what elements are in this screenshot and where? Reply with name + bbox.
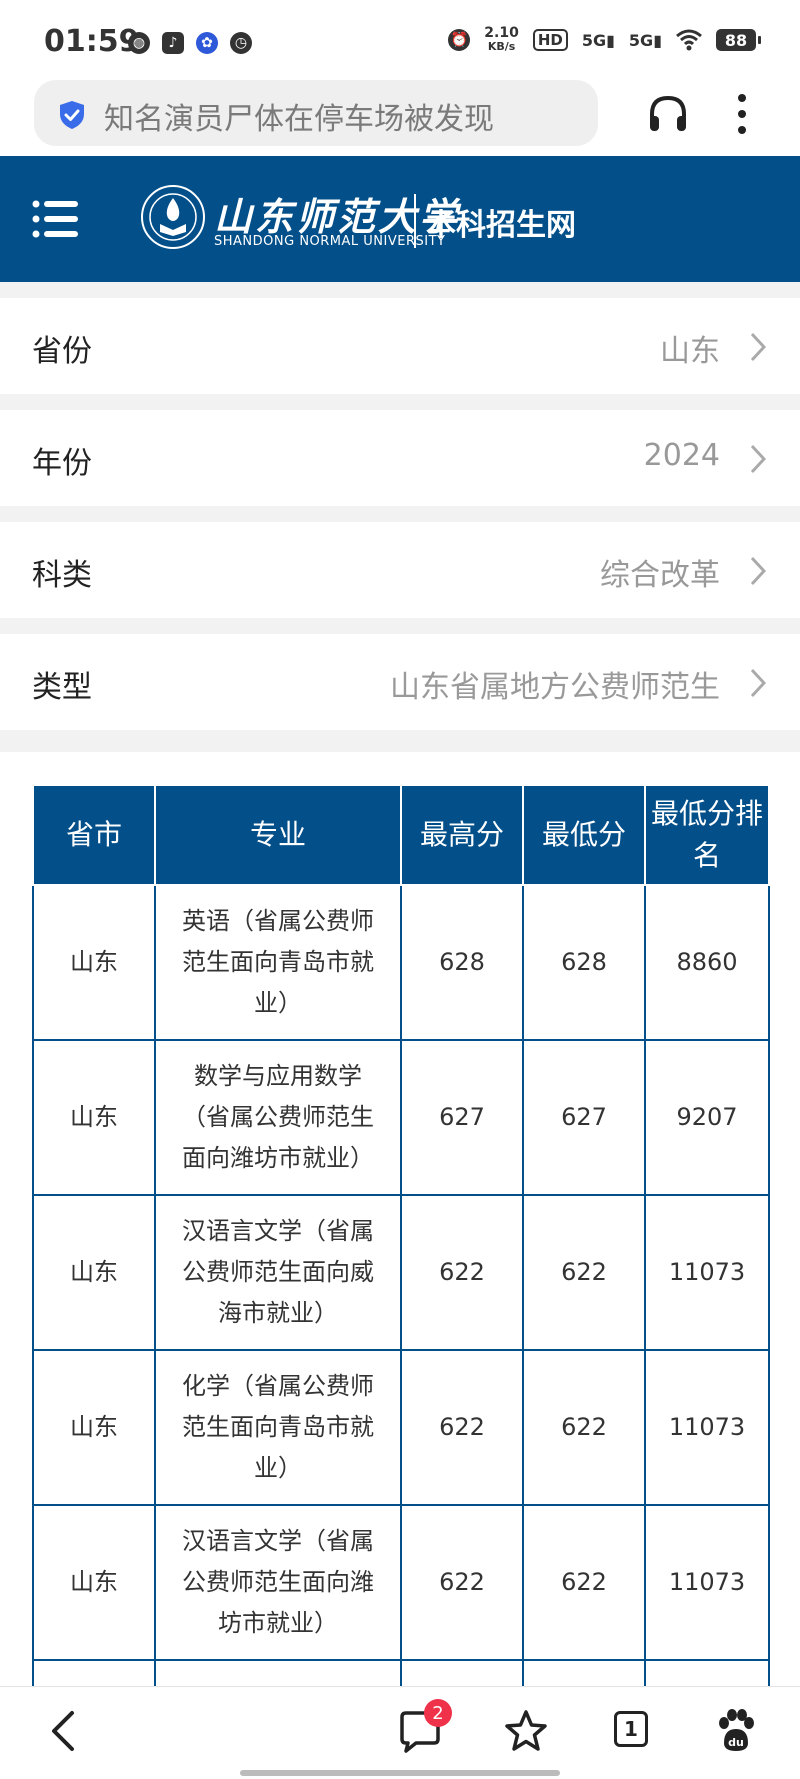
filter-year[interactable]: 年份 2024: [0, 410, 800, 506]
cell-min-score: 622: [522, 1194, 646, 1351]
hd-voice-icon: HD: [532, 29, 568, 51]
logo-divider: [414, 194, 416, 248]
shield-icon: [60, 101, 84, 129]
table-header-row: 省市 专业 最高分 最低分 最低分排名: [32, 784, 770, 886]
cell-major: 汉语言文学（省属公费师范生面向威海市就业）: [154, 1194, 402, 1351]
status-time: 01:59: [44, 24, 140, 59]
table-row: 山东 数学与应用数学（省属公费师范生面向潍坊市就业） 627 627 9207: [32, 1039, 770, 1196]
cell-min-score: 622: [522, 1349, 646, 1506]
filter-province[interactable]: 省份 山东: [0, 298, 800, 394]
table-row: 山东 英语（省属公费师范生面向青岛市就业） 628 628 8860: [32, 884, 770, 1041]
more-menu-icon[interactable]: [736, 92, 748, 136]
search-bar[interactable]: 知名演员尸体在停车场被发现: [34, 80, 598, 146]
baidu-paw-icon[interactable]: du: [714, 1709, 758, 1753]
cell-max-score: 628: [400, 884, 524, 1041]
score-table: 省市 专业 最高分 最低分 最低分排名 山东 英语（省属公费师范生面向青岛市就业…: [32, 784, 770, 1686]
signal-1-icon: 5G▮: [581, 30, 615, 50]
chevron-right-icon: [750, 444, 766, 474]
browser-bottom-nav: 2 1 du: [0, 1686, 800, 1779]
header-min-score: 最低分: [522, 784, 646, 886]
header-province: 省市: [32, 784, 156, 886]
tiktok-icon: ♪: [162, 32, 184, 54]
cell-province: 山东: [32, 1504, 156, 1661]
headphone-icon[interactable]: [646, 92, 690, 136]
filter-value: 山东省属地方公费师范生: [390, 670, 720, 705]
comment-badge: 2: [424, 1699, 452, 1727]
tabs-button[interactable]: 1: [614, 1711, 648, 1747]
cell-min-rank: 11073: [644, 1504, 770, 1661]
header-min-rank: 最低分排名: [644, 784, 770, 886]
cell-major: 化学（省属公费师范生面向青岛市就业）: [154, 1349, 402, 1506]
table-row: 山东 化学（省属公费师范生面向青岛市就业） 622 622 11073: [32, 1349, 770, 1506]
cell-min-score: 628: [522, 884, 646, 1041]
stopwatch-icon: ◷: [230, 32, 252, 54]
notification-icons: ◍ ♪ ✿ ◷: [128, 32, 252, 54]
battery-icon: 88: [716, 29, 761, 51]
header-max-score: 最高分: [400, 784, 524, 886]
cell-min-score: 627: [522, 1039, 646, 1196]
filter-type[interactable]: 类型 山东省属地方公费师范生: [0, 634, 800, 730]
cell-major: 数学与应用数学（省属公费师范生面向潍坊市就业）: [154, 1039, 402, 1196]
filter-label: 科类: [32, 558, 92, 593]
site-subtitle: 本科招生网: [426, 208, 576, 243]
filter-value: 综合改革: [600, 558, 720, 593]
chevron-right-icon: [750, 332, 766, 362]
search-query: 知名演员尸体在停车场被发现: [104, 102, 494, 137]
cell-province: 山东: [32, 1349, 156, 1506]
filter-value: 2024: [643, 438, 720, 473]
menu-icon[interactable]: [32, 196, 78, 242]
cell-max-score: 627: [400, 1039, 524, 1196]
university-emblem-icon: [141, 185, 205, 249]
cell-major: 汉语言文学（省属公费师范生面向潍坊市就业）: [154, 1504, 402, 1661]
table-row-partial: [32, 1659, 770, 1686]
globe-icon: ◍: [128, 32, 150, 54]
baidu-paw-icon: ✿: [196, 32, 218, 54]
filter-label: 省份: [32, 334, 92, 369]
wifi-icon: [676, 29, 702, 51]
cell-province: 山东: [32, 884, 156, 1041]
alarm-icon: ⏰: [448, 29, 471, 51]
system-icons: ⏰ 2.10 KB/s HD 5G▮ 5G▮ 88: [448, 25, 761, 54]
header-major: 专业: [154, 784, 402, 886]
chevron-right-icon: [750, 668, 766, 698]
filter-subject[interactable]: 科类 综合改革: [0, 522, 800, 618]
cell-max-score: 622: [400, 1349, 524, 1506]
score-table-panel: 省市 专业 最高分 最低分 最低分排名 山东 英语（省属公费师范生面向青岛市就业…: [0, 752, 800, 1686]
cell-province: 山东: [32, 1039, 156, 1196]
cell-min-rank: 11073: [644, 1349, 770, 1506]
cell-min-rank: 9207: [644, 1039, 770, 1196]
cell-min-rank: 11073: [644, 1194, 770, 1351]
back-arrow-icon[interactable]: [44, 1709, 88, 1753]
filter-value: 山东: [660, 334, 720, 369]
university-name-cn: 山东师范大学: [214, 194, 461, 239]
home-indicator[interactable]: [240, 1770, 560, 1776]
network-speed: 2.10 KB/s: [484, 25, 519, 53]
filter-label: 年份: [32, 446, 92, 481]
star-icon[interactable]: [504, 1709, 548, 1753]
cell-min-score: 622: [522, 1504, 646, 1661]
cell-major: 英语（省属公费师范生面向青岛市就业）: [154, 884, 402, 1041]
university-name-en: SHANDONG NORMAL UNIVERSITY: [214, 234, 446, 249]
table-row: 山东 汉语言文学（省属公费师范生面向威海市就业） 622 622 11073: [32, 1194, 770, 1351]
svg-text:du: du: [728, 1736, 744, 1749]
signal-2-icon: 5G▮: [628, 30, 662, 50]
chevron-right-icon: [750, 556, 766, 586]
browser-address-bar: 知名演员尸体在停车场被发现: [0, 80, 800, 156]
cell-max-score: 622: [400, 1504, 524, 1661]
cell-province: 山东: [32, 1194, 156, 1351]
table-row: 山东 汉语言文学（省属公费师范生面向潍坊市就业） 622 622 11073: [32, 1504, 770, 1661]
cell-max-score: 622: [400, 1194, 524, 1351]
cell-min-rank: 8860: [644, 884, 770, 1041]
filter-label: 类型: [32, 670, 92, 705]
site-header: 山东师范大学 SHANDONG NORMAL UNIVERSITY 本科招生网: [0, 156, 800, 282]
status-bar: 01:59 ◍ ♪ ✿ ◷ ⏰ 2.10 KB/s HD 5G▮ 5G▮ 88: [0, 0, 800, 80]
